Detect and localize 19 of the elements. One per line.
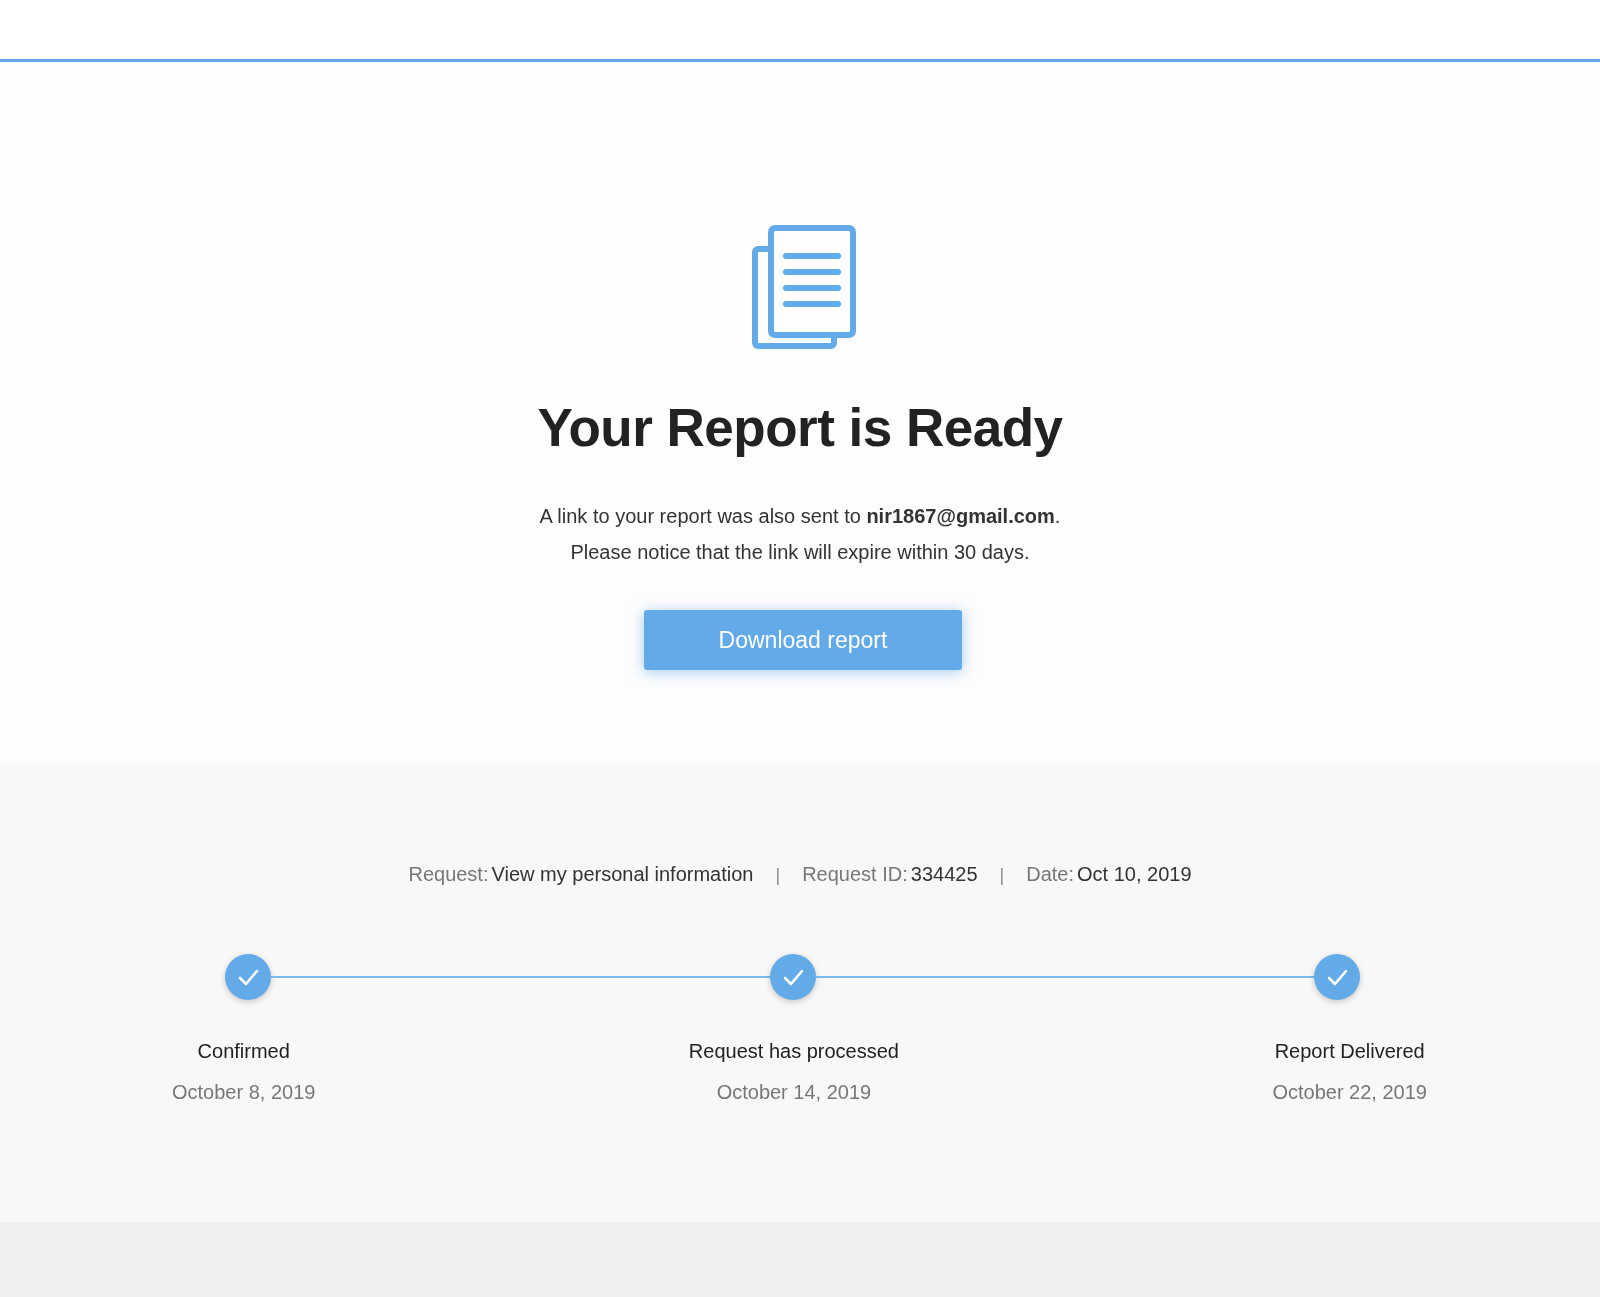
step-label: Report Delivered [1274,1040,1425,1063]
step-date: October 14, 2019 [716,1081,872,1104]
message-text: Please notice that the link will expire within 30 days. [570,540,1030,565]
documents-icon [752,225,856,349]
info-label: Request ID: [802,863,908,886]
step-label: Confirmed [197,1040,290,1063]
info-label: Date: [1026,863,1075,886]
download-button[interactable]: Download report [644,610,962,670]
message-text: A link to your report was also sent to nir1867@gmail.com. [539,504,1061,529]
separator: | [775,865,781,886]
info-value: 334425 [910,863,978,886]
step-date: October 8, 2019 [172,1081,316,1104]
info-label: Request: [408,863,489,886]
step-label: Request has processed [688,1040,899,1063]
separator: | [999,865,1005,886]
page-title: Your Report is Ready [537,397,1063,458]
step-date: October 22, 2019 [1272,1081,1427,1104]
info-value: Oct 10, 2019 [1077,863,1192,886]
info-value: View my personal information [491,863,754,886]
